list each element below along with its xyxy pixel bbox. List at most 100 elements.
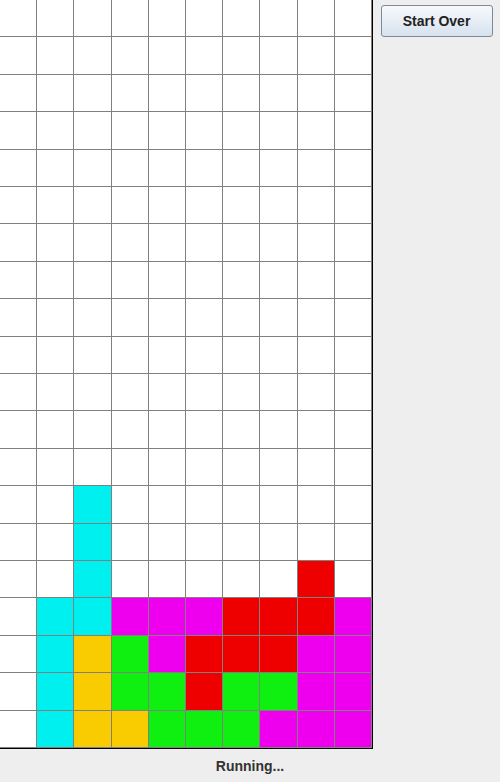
board-cell xyxy=(0,561,37,598)
board-cell xyxy=(37,411,74,448)
board-cell xyxy=(335,561,372,598)
board-cell xyxy=(298,411,335,448)
board-cell xyxy=(260,150,297,187)
game-board xyxy=(0,0,373,749)
board-cell xyxy=(335,337,372,374)
board-cell xyxy=(298,598,335,635)
board-cell xyxy=(0,411,37,448)
board-cell xyxy=(37,262,74,299)
board-cell xyxy=(37,75,74,112)
board-cell xyxy=(223,561,260,598)
board-cell xyxy=(186,524,223,561)
board-cell xyxy=(149,486,186,523)
board-cell xyxy=(74,673,111,710)
board-cell xyxy=(223,411,260,448)
board-cell xyxy=(149,299,186,336)
board-cell xyxy=(260,262,297,299)
board-cell xyxy=(112,187,149,224)
board-cell xyxy=(37,337,74,374)
board-cell xyxy=(260,524,297,561)
board-cell xyxy=(186,598,223,635)
board-cell xyxy=(298,262,335,299)
board-cell xyxy=(74,337,111,374)
start-over-button[interactable]: Start Over xyxy=(381,5,493,37)
board-cell xyxy=(37,224,74,261)
board-cell xyxy=(112,411,149,448)
board-cell xyxy=(0,337,37,374)
board-cell xyxy=(298,524,335,561)
board-cell xyxy=(260,37,297,74)
board-cell xyxy=(112,673,149,710)
board-cell xyxy=(149,187,186,224)
board-cell xyxy=(112,262,149,299)
board-cell xyxy=(74,561,111,598)
board-cell xyxy=(335,449,372,486)
board-cell xyxy=(186,486,223,523)
board-cell xyxy=(149,524,186,561)
board-cell xyxy=(260,636,297,673)
board-cell xyxy=(298,37,335,74)
board-cell xyxy=(37,561,74,598)
board-cell xyxy=(0,299,37,336)
board-cell xyxy=(335,374,372,411)
board-cell xyxy=(74,636,111,673)
board-cell xyxy=(186,411,223,448)
board-cell xyxy=(223,374,260,411)
board-cell xyxy=(0,673,37,710)
board-cell xyxy=(0,711,37,748)
board-cell xyxy=(335,75,372,112)
board-cell xyxy=(149,711,186,748)
board-cell xyxy=(260,337,297,374)
board-cell xyxy=(0,486,37,523)
board-cell xyxy=(223,486,260,523)
board-cell xyxy=(149,337,186,374)
board-cell xyxy=(74,711,111,748)
board-cell xyxy=(186,224,223,261)
board-cell xyxy=(260,224,297,261)
board-cell xyxy=(223,150,260,187)
board-cell xyxy=(335,112,372,149)
board-cell xyxy=(149,112,186,149)
board-cell xyxy=(223,112,260,149)
board-cell xyxy=(223,262,260,299)
board-cell xyxy=(149,636,186,673)
board-cell xyxy=(335,711,372,748)
board-cell xyxy=(149,0,186,37)
board-cell xyxy=(186,561,223,598)
board-cell xyxy=(112,636,149,673)
board-cell xyxy=(298,112,335,149)
board-cell xyxy=(223,187,260,224)
board-cell xyxy=(37,374,74,411)
board-cell xyxy=(186,262,223,299)
board-cell xyxy=(149,561,186,598)
board-cell xyxy=(260,75,297,112)
board-cell xyxy=(74,0,111,37)
board-cell xyxy=(335,0,372,37)
board-cell xyxy=(298,299,335,336)
board-cell xyxy=(149,150,186,187)
side-panel: Start Over xyxy=(373,0,500,37)
board-cell xyxy=(149,449,186,486)
board-cell xyxy=(223,224,260,261)
board-cell xyxy=(298,374,335,411)
board-cell xyxy=(74,486,111,523)
board-cell xyxy=(298,337,335,374)
board-cell xyxy=(74,262,111,299)
board-cell xyxy=(335,262,372,299)
board-cell xyxy=(74,299,111,336)
board-cell xyxy=(260,411,297,448)
board-cell xyxy=(0,524,37,561)
board-cell xyxy=(260,374,297,411)
board-cell xyxy=(223,673,260,710)
board-cell xyxy=(186,636,223,673)
board-cell xyxy=(260,112,297,149)
board-cell xyxy=(186,673,223,710)
board-cell xyxy=(186,75,223,112)
board-cell xyxy=(223,75,260,112)
board-cell xyxy=(149,75,186,112)
board-cell xyxy=(74,112,111,149)
board-cell xyxy=(74,411,111,448)
board-cell xyxy=(298,636,335,673)
board-cell xyxy=(0,636,37,673)
board-cell xyxy=(74,524,111,561)
